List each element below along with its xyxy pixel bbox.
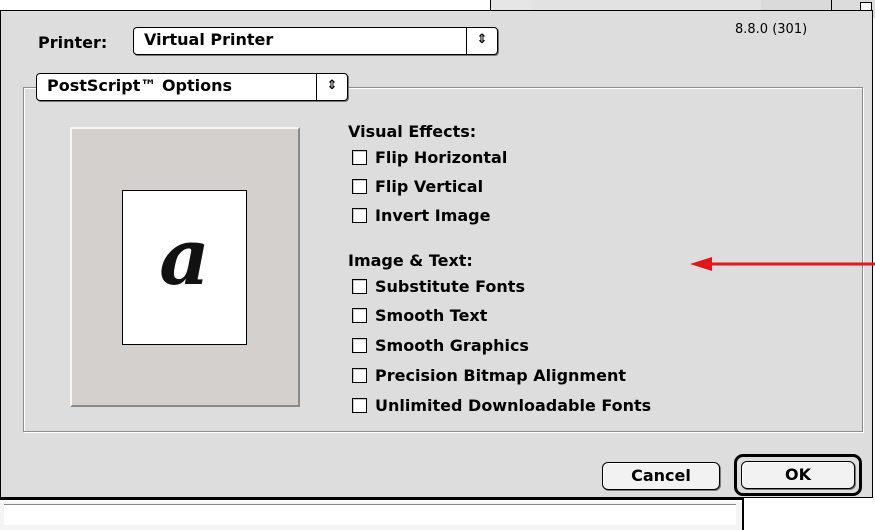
ok-button[interactable]: OK [741,461,855,489]
checkbox-box[interactable] [352,307,367,323]
unlimited-downloadable-fonts-checkbox[interactable]: Unlimited Downloadable Fonts [352,395,651,415]
up-down-arrows-icon: ⇕ [466,28,497,54]
background-window-bottom [0,498,744,530]
visual-effects-heading: Visual Effects: [348,122,477,141]
background-window-content [4,504,736,525]
printer-popup-value: Virtual Printer [144,30,274,49]
up-down-arrows-icon: ⇕ [316,74,347,100]
smooth-text-checkbox[interactable]: Smooth Text [352,305,487,325]
checkbox-box[interactable] [352,149,367,165]
panel-popup-menu[interactable]: PostScript™ Options ⇕ [36,73,348,101]
arrow-head-icon [690,257,712,271]
printer-label: Printer: [38,33,108,52]
checkbox-label: Invert Image [375,205,491,225]
checkbox-box[interactable] [352,337,367,353]
cancel-button[interactable]: Cancel [602,462,720,490]
smooth-graphics-checkbox[interactable]: Smooth Graphics [352,335,529,355]
checkbox-label: Precision Bitmap Alignment [375,365,626,385]
checkbox-label: Smooth Graphics [375,335,529,355]
preview-page: a [122,190,247,345]
checkbox-label: Flip Vertical [375,176,484,196]
checkbox-label: Substitute Fonts [375,276,525,296]
checkbox-box[interactable] [352,367,367,383]
flip-vertical-checkbox[interactable]: Flip Vertical [352,176,483,196]
checkbox-box[interactable] [352,207,367,223]
flip-horizontal-checkbox[interactable]: Flip Horizontal [352,147,507,167]
checkbox-box[interactable] [352,178,367,194]
panel-popup-value: PostScript™ Options [47,76,233,95]
version-label: 8.8.0 (301) [735,22,808,37]
printer-popup-menu[interactable]: Virtual Printer ⇕ [133,27,498,55]
checkbox-label: Unlimited Downloadable Fonts [375,395,652,415]
image-text-heading: Image & Text: [348,251,473,270]
checkbox-label: Smooth Text [375,305,488,325]
preview-glyph: a [159,212,210,303]
substitute-fonts-checkbox[interactable]: Substitute Fonts [352,276,525,296]
invert-image-checkbox[interactable]: Invert Image [352,205,490,225]
red-arrow-annotation [690,257,875,271]
checkbox-box[interactable] [352,278,367,294]
checkbox-label: Flip Horizontal [375,147,508,167]
precision-bitmap-alignment-checkbox[interactable]: Precision Bitmap Alignment [352,365,626,385]
checkbox-box[interactable] [352,397,367,413]
